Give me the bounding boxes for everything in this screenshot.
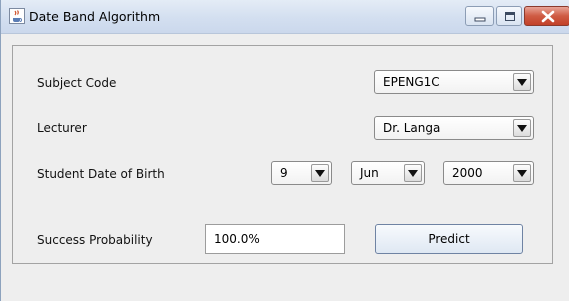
dob-month-value: Jun [360,166,379,180]
window-title: Date Band Algorithm [29,9,161,24]
dob-day-value: 9 [280,166,288,180]
subject-code-label: Subject Code [37,76,117,90]
chevron-down-icon[interactable] [513,119,531,137]
subject-code-value: EPENG1C [383,75,440,89]
success-probability-field[interactable]: 100.0% [205,224,345,254]
dob-month-combo[interactable]: Jun [351,161,425,185]
dob-label: Student Date of Birth [37,167,165,181]
lecturer-value: Dr. Langa [383,121,441,135]
lecturer-combo[interactable]: Dr. Langa [374,116,534,140]
predict-button[interactable]: Predict [375,224,523,254]
chevron-down-icon[interactable] [311,164,329,182]
subject-code-combo[interactable]: EPENG1C [374,70,534,94]
maximize-icon [505,12,515,21]
close-button[interactable] [524,6,569,26]
minimize-button[interactable] [465,6,494,26]
chevron-down-icon[interactable] [513,73,531,91]
chevron-down-icon[interactable] [404,164,422,182]
dob-year-combo[interactable]: 2000 [443,161,534,185]
dob-day-combo[interactable]: 9 [271,161,332,185]
dob-year-value: 2000 [452,166,483,180]
app-window: Date Band Algorithm Subject Code EPENG1C [0,0,569,301]
minimize-icon [474,17,486,22]
close-icon [541,10,555,23]
maximize-button[interactable] [496,6,522,26]
success-probability-label: Success Probability [37,233,153,247]
chevron-down-icon[interactable] [513,164,531,182]
lecturer-label: Lecturer [37,121,87,135]
java-cup-icon [9,8,25,24]
title-bar[interactable]: Date Band Algorithm [1,0,569,34]
success-probability-value: 100.0% [214,232,260,246]
